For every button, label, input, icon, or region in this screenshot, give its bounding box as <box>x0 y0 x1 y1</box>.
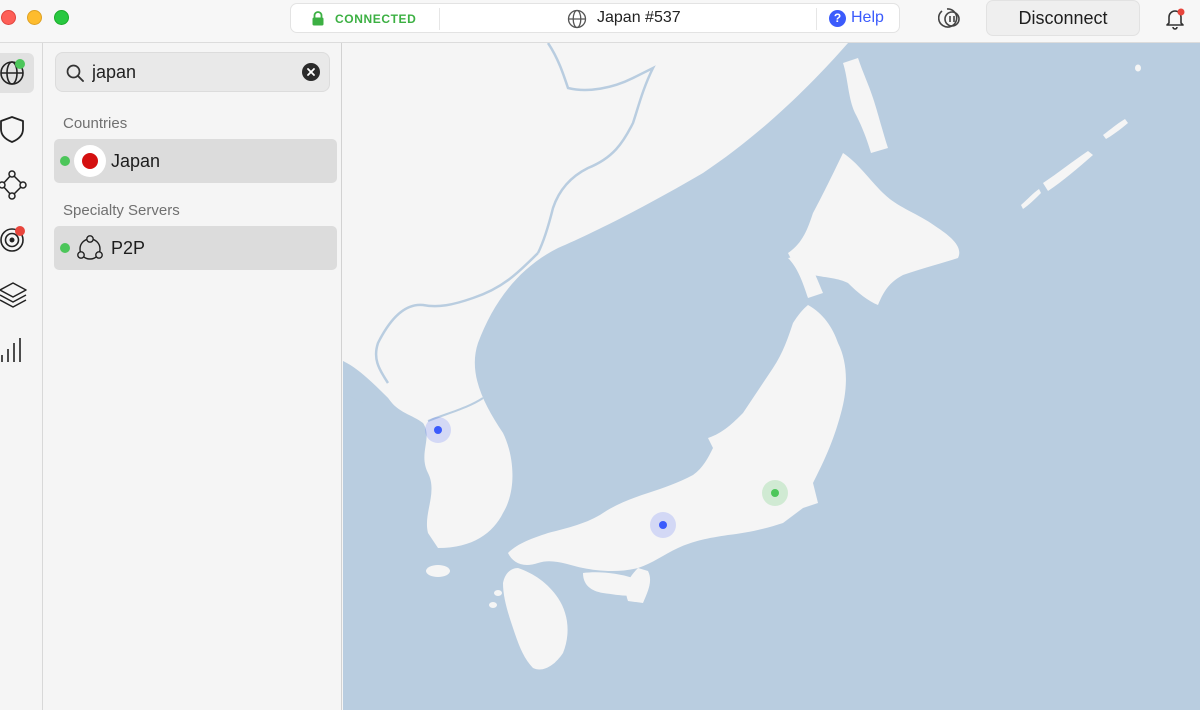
shield-icon <box>0 116 24 143</box>
nav-threat-protection[interactable] <box>0 109 34 149</box>
honshu <box>508 305 846 572</box>
country-name: Japan <box>111 151 161 171</box>
search-input[interactable] <box>92 59 292 85</box>
threat-radar-icon <box>0 226 25 252</box>
server-marker-osaka <box>659 521 667 529</box>
p2p-icon <box>77 235 103 260</box>
map-canvas <box>343 43 1141 670</box>
title-bar: CONNECTED Japan #537 ? Help Disconnect <box>0 0 1200 43</box>
japan-flag-icon <box>74 145 106 177</box>
notifications-bell-icon[interactable] <box>1164 6 1186 30</box>
navigation-rail <box>0 43 43 710</box>
globe-icon <box>567 9 587 29</box>
specialty-row-p2p[interactable]: P2P <box>54 226 337 270</box>
connection-status-bar: CONNECTED Japan #537 ? Help <box>290 3 900 33</box>
kyushu <box>503 568 568 670</box>
divider <box>816 8 817 30</box>
nav-meshnet[interactable] <box>0 164 34 204</box>
server-marker-seoul <box>434 426 442 434</box>
disconnect-button[interactable]: Disconnect <box>986 0 1140 36</box>
nav-split-tunneling[interactable] <box>0 274 34 314</box>
current-server-label[interactable]: Japan #537 <box>597 9 681 27</box>
search-box <box>55 52 330 92</box>
close-window-button[interactable] <box>1 10 16 25</box>
online-status-dot <box>60 243 70 253</box>
app-window: CONNECTED Japan #537 ? Help Disconnect j… <box>0 0 1200 710</box>
server-marker-tokyo-connected <box>771 489 779 497</box>
specialty-section-label: Specialty Servers <box>63 202 180 219</box>
connection-status: CONNECTED <box>335 12 417 26</box>
maximize-window-button[interactable] <box>54 10 69 25</box>
minimize-window-button[interactable] <box>27 10 42 25</box>
divider <box>439 8 440 30</box>
stats-bars-icon <box>1 338 21 362</box>
nav-dark-web-monitor[interactable] <box>0 219 34 259</box>
world-map[interactable] <box>343 43 1200 710</box>
nav-countries[interactable] <box>0 53 34 93</box>
country-row-japan[interactable]: Japan <box>54 139 337 183</box>
globe-icon <box>0 59 25 85</box>
clear-search-icon[interactable] <box>302 63 320 81</box>
online-status-dot <box>60 156 70 166</box>
lock-icon <box>312 11 324 26</box>
layers-icon <box>0 282 27 308</box>
countries-section-label: Countries <box>63 115 128 132</box>
help-icon[interactable]: ? <box>829 10 846 27</box>
help-link[interactable]: Help <box>851 9 884 27</box>
server-list-panel: Countries Japan Specialty Servers P2P <box>43 43 342 710</box>
specialty-name: P2P <box>111 238 146 258</box>
meshnet-icon <box>0 170 27 200</box>
search-icon <box>66 64 84 82</box>
nav-statistics[interactable] <box>0 329 34 369</box>
sakhalin <box>843 58 888 153</box>
pause-connection-icon[interactable] <box>938 6 964 30</box>
